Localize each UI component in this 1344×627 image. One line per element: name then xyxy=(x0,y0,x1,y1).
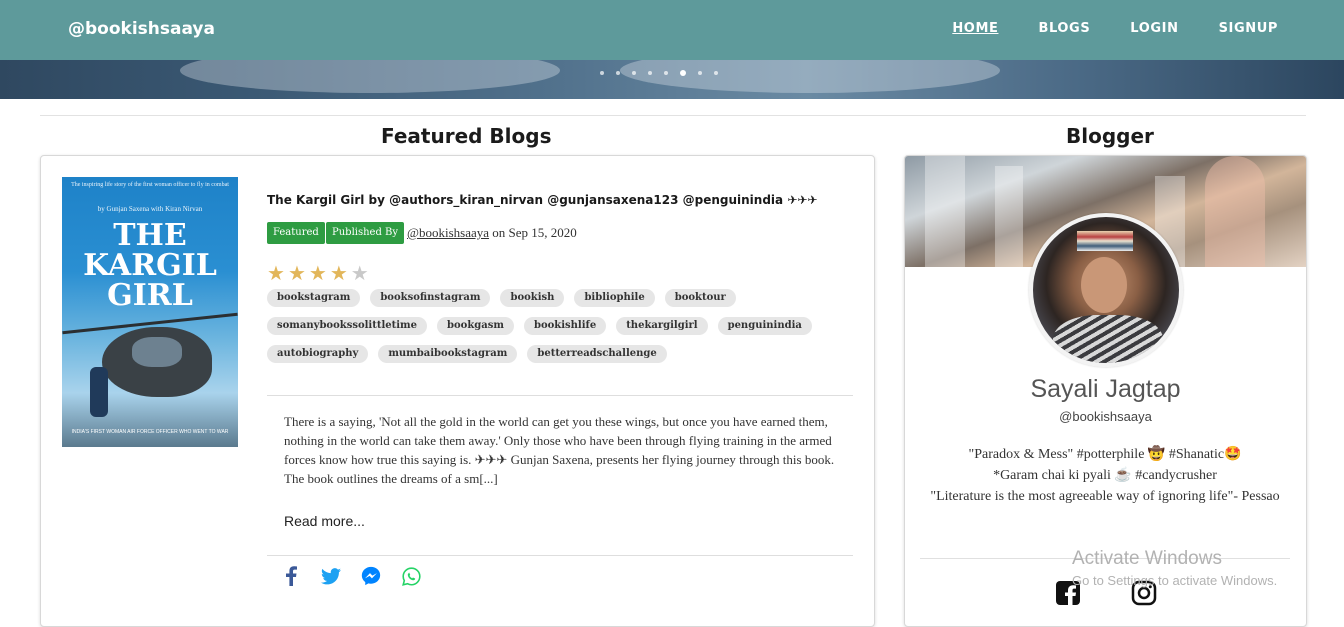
tag-chip[interactable]: bookishlife xyxy=(523,317,607,335)
tag-chip[interactable]: bibliophile xyxy=(574,289,655,307)
carousel-dots xyxy=(600,70,718,76)
tag-chip[interactable]: penguinindia xyxy=(717,317,812,335)
publish-date: on Sep 15, 2020 xyxy=(492,225,577,240)
nav-link-signup[interactable]: SIGNUP xyxy=(1219,21,1278,36)
avatar-face xyxy=(1081,257,1127,313)
tag-chip[interactable]: thekargilgirl xyxy=(616,317,708,335)
blogger-heading: Blogger xyxy=(1066,124,1154,148)
section-divider xyxy=(40,115,1306,116)
carousel-dot[interactable] xyxy=(616,71,620,75)
brand-logo[interactable]: @bookishsaaya xyxy=(68,19,215,39)
star-filled-icon: ★ xyxy=(308,263,330,285)
cover-bottom-text: INDIA'S FIRST WOMAN AIR FORCE OFFICER WH… xyxy=(71,429,229,435)
hero-carousel xyxy=(0,60,1344,99)
published-by-badge: Published By xyxy=(326,222,405,244)
hero-image-book-page-right xyxy=(620,60,1000,93)
tag-chip[interactable]: bookstagram xyxy=(267,289,361,307)
tag-chip[interactable]: somanybookssolittletime xyxy=(267,317,427,335)
nav-link-blogs[interactable]: BLOGS xyxy=(1038,21,1090,36)
blogger-name: Sayali Jagtap xyxy=(1030,375,1181,403)
bio-line: "Literature is the most agreeable way of… xyxy=(930,489,1280,504)
tag-chip[interactable]: bookgasm xyxy=(437,317,514,335)
cover-tagline: The inspiring life story of the first wo… xyxy=(71,182,229,188)
card-divider xyxy=(267,395,853,396)
card-divider xyxy=(267,555,853,556)
tag-chip[interactable]: bookish xyxy=(500,289,565,307)
carousel-dot[interactable] xyxy=(648,71,652,75)
nav-links: HOME BLOGS LOGIN SIGNUP xyxy=(952,21,1278,36)
watermark-subtitle: Go to Settings to activate Windows. xyxy=(1072,573,1278,588)
rating-stars: ★★★★★ xyxy=(267,261,372,286)
bio-line: "Paradox & Mess" #potterphile 🤠 #Shanati… xyxy=(968,447,1242,462)
carousel-dot[interactable] xyxy=(664,71,668,75)
featured-badge: Featured xyxy=(267,222,325,244)
messenger-icon[interactable] xyxy=(361,566,381,586)
carousel-dot[interactable] xyxy=(714,71,718,75)
blog-excerpt: There is a saying, 'Not all the gold in … xyxy=(284,414,835,486)
blog-title[interactable]: The Kargil Girl by @authors_kiran_nirvan… xyxy=(267,193,817,207)
blogger-handle: @bookishsaaya xyxy=(1059,409,1152,424)
blogger-bio: "Paradox & Mess" #potterphile 🤠 #Shanati… xyxy=(919,444,1291,507)
cover-helicopter-window xyxy=(132,337,182,367)
navbar: @bookishsaaya HOME BLOGS LOGIN SIGNUP xyxy=(0,0,1344,60)
facebook-icon[interactable] xyxy=(281,566,301,586)
banner-building xyxy=(995,166,1023,267)
share-icons xyxy=(281,566,421,586)
banner-building xyxy=(1205,156,1265,267)
carousel-dot[interactable] xyxy=(698,71,702,75)
blog-card: The inspiring life story of the first wo… xyxy=(40,155,875,627)
read-more-link[interactable]: Read more... xyxy=(284,513,365,529)
author-link[interactable]: @bookishsaaya xyxy=(407,225,489,240)
bio-line: *Garam chai ki pyali ☕ #candycrusher xyxy=(993,468,1217,483)
watermark-title: Activate Windows xyxy=(1072,548,1222,569)
carousel-dot[interactable] xyxy=(600,71,604,75)
cover-pilot-figure xyxy=(90,367,108,417)
nav-link-home[interactable]: HOME xyxy=(952,21,998,36)
avatar xyxy=(1029,213,1183,367)
star-filled-icon: ★ xyxy=(267,263,288,285)
cover-title: THE KARGIL GIRL xyxy=(83,218,217,313)
carousel-dot[interactable] xyxy=(680,70,686,76)
twitter-icon[interactable] xyxy=(321,566,341,586)
tag-chip[interactable]: booktour xyxy=(664,289,736,307)
whatsapp-icon[interactable] xyxy=(401,566,421,586)
tag-chip[interactable]: betterreadschallenge xyxy=(527,345,667,363)
hero-image-book-page-left xyxy=(180,60,560,93)
tag-chip[interactable]: autobiography xyxy=(267,345,369,363)
avatar-books-stack xyxy=(1077,231,1133,251)
tag-chip[interactable]: booksofinstagram xyxy=(370,289,491,307)
featured-blogs-heading: Featured Blogs xyxy=(381,124,552,148)
avatar-shirt xyxy=(1053,315,1163,363)
star-filled-icon: ★ xyxy=(287,263,309,285)
banner-building xyxy=(925,156,965,267)
cover-authors: by Gunjan Saxena with Kiran Nirvan xyxy=(97,205,203,213)
tag-chip[interactable]: mumbaibookstagram xyxy=(378,345,518,363)
star-empty-icon: ★ xyxy=(350,263,372,285)
tag-list: bookstagram booksofinstagram bookish biblio… xyxy=(267,289,827,363)
nav-link-login[interactable]: LOGIN xyxy=(1130,21,1178,36)
carousel-dot[interactable] xyxy=(632,71,636,75)
book-cover-image[interactable]: The inspiring life story of the first wo… xyxy=(62,177,238,447)
star-filled-icon: ★ xyxy=(329,263,351,285)
byline: @bookishsaaya on Sep 15, 2020 xyxy=(407,225,577,241)
activate-windows-watermark: Activate Windows Go to Settings to activ… xyxy=(1072,548,1277,588)
